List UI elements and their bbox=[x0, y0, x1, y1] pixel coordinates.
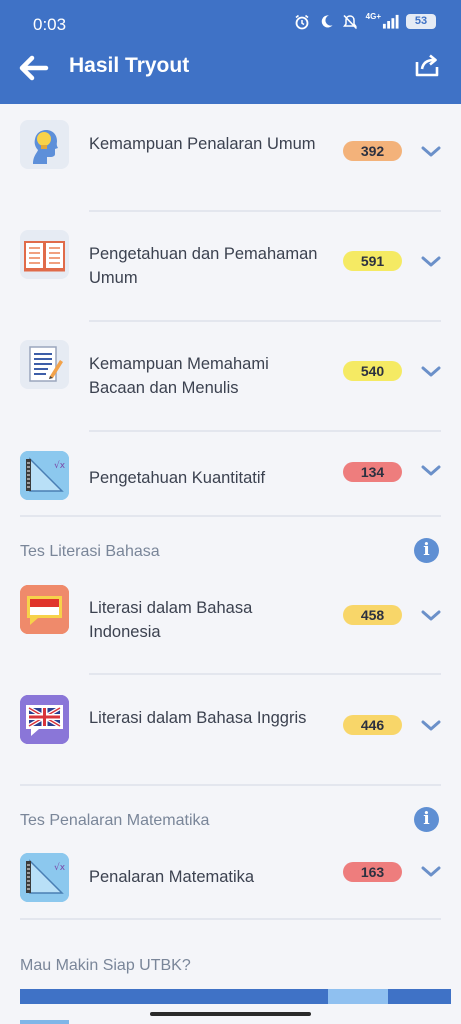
score-badge: 392 bbox=[343, 141, 402, 161]
list-item[interactable]: Kemampuan Memahami Bacaan dan Menulis 54… bbox=[0, 322, 461, 430]
open-book-icon bbox=[20, 230, 69, 279]
divider bbox=[20, 918, 441, 920]
signal-icon bbox=[382, 13, 399, 30]
mute-icon bbox=[342, 13, 359, 30]
chevron-down-icon[interactable] bbox=[421, 365, 441, 379]
promo-banner[interactable] bbox=[20, 989, 451, 1004]
list-item[interactable]: √x Penalaran Matematika 163 bbox=[0, 836, 461, 920]
chevron-down-icon[interactable] bbox=[421, 609, 441, 623]
promo-icon bbox=[20, 1020, 69, 1024]
divider bbox=[20, 515, 441, 517]
ruler-math-icon: √x bbox=[20, 853, 69, 902]
score-badge: 163 bbox=[343, 862, 402, 882]
item-label: Penalaran Matematika bbox=[89, 868, 255, 886]
info-icon[interactable]: i bbox=[414, 538, 439, 563]
battery-level: 53 bbox=[406, 14, 436, 29]
section-title: Tes Penalaran Matematika bbox=[20, 812, 210, 829]
chevron-down-icon[interactable] bbox=[421, 464, 441, 478]
divider bbox=[20, 784, 441, 786]
score-badge: 134 bbox=[343, 462, 402, 482]
back-arrow-icon[interactable] bbox=[18, 52, 50, 84]
status-icons: 4G+ 53 bbox=[294, 12, 436, 30]
network-type: 4G+ bbox=[365, 12, 381, 21]
list-item[interactable]: Kemampuan Penalaran Umum 392 bbox=[0, 104, 461, 210]
status-bar: 0:03 4G+ 53 bbox=[0, 0, 461, 46]
uk-flag-chat-icon bbox=[20, 695, 69, 744]
results-list: Kemampuan Penalaran Umum 392 Pengetahuan… bbox=[0, 104, 461, 1024]
score-badge: 540 bbox=[343, 361, 402, 381]
promo-title: Mau Makin Siap UTBK? bbox=[20, 957, 191, 974]
list-item[interactable]: Literasi dalam Bahasa Indonesia 458 bbox=[0, 566, 461, 672]
chevron-down-icon[interactable] bbox=[421, 145, 441, 159]
alarm-icon bbox=[294, 13, 311, 30]
item-label: Literasi dalam Bahasa Inggris bbox=[89, 709, 307, 727]
moon-icon bbox=[318, 13, 335, 30]
list-item[interactable]: √x Pengetahuan Kuantitatif 134 bbox=[0, 432, 461, 516]
list-item[interactable]: Pengetahuan dan Pemahaman Umum 591 bbox=[0, 212, 461, 320]
item-label: Literasi dalam Bahasa Indonesia bbox=[89, 599, 253, 641]
chevron-down-icon[interactable] bbox=[421, 255, 441, 269]
app-bar: Hasil Tryout bbox=[0, 46, 461, 104]
score-badge: 591 bbox=[343, 251, 402, 271]
chevron-down-icon[interactable] bbox=[421, 865, 441, 879]
score-badge: 458 bbox=[343, 605, 402, 625]
item-label: Kemampuan Memahami Bacaan dan Menulis bbox=[89, 355, 269, 397]
svg-text:√x: √x bbox=[54, 460, 66, 471]
info-icon[interactable]: i bbox=[414, 807, 439, 832]
head-idea-icon bbox=[20, 120, 69, 169]
list-item[interactable]: Literasi dalam Bahasa Inggris 446 bbox=[0, 675, 461, 783]
svg-text:√x: √x bbox=[54, 862, 66, 873]
ruler-math-icon: √x bbox=[20, 451, 69, 500]
item-label: Pengetahuan Kuantitatif bbox=[89, 469, 266, 487]
score-badge: 446 bbox=[343, 715, 402, 735]
document-pencil-icon bbox=[20, 340, 69, 389]
section-title: Tes Literasi Bahasa bbox=[20, 543, 160, 560]
share-icon[interactable] bbox=[413, 51, 441, 79]
status-time: 0:03 bbox=[33, 15, 67, 34]
page-title: Hasil Tryout bbox=[69, 54, 190, 77]
home-indicator[interactable] bbox=[150, 1012, 311, 1016]
item-label: Pengetahuan dan Pemahaman Umum bbox=[89, 245, 318, 287]
chevron-down-icon[interactable] bbox=[421, 719, 441, 733]
item-label: Kemampuan Penalaran Umum bbox=[89, 135, 316, 153]
indonesia-flag-chat-icon bbox=[20, 585, 69, 634]
